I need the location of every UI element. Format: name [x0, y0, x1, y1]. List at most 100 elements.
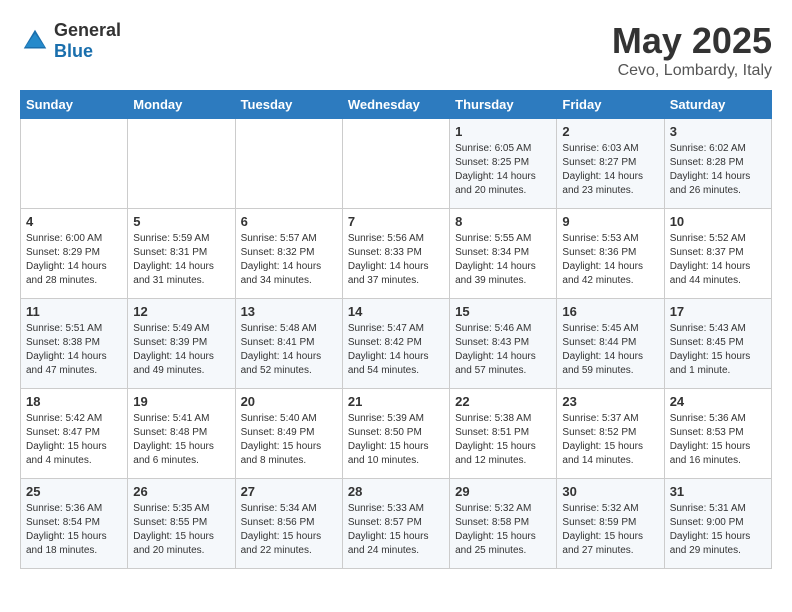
day-number: 15 — [455, 304, 551, 319]
day-detail: Sunrise: 5:38 AMSunset: 8:51 PMDaylight:… — [455, 412, 551, 468]
calendar-cell: 18 Sunrise: 5:42 AMSunset: 8:47 PMDayligh… — [21, 389, 128, 479]
calendar-body: 1Sunrise: 6:05 AMSunset: 8:25 PMDaylight… — [21, 119, 772, 569]
day-number: 17 — [670, 304, 766, 319]
day-number: 14 — [348, 304, 444, 319]
calendar-cell: 3 Sunrise: 6:02 AMSunset: 8:28 PMDaylight… — [664, 119, 771, 209]
day-detail: Sunrise: 5:34 AMSunset: 8:56 PMDaylight:… — [241, 502, 337, 558]
day-detail: Sunrise: 5:37 AMSunset: 8:52 PMDaylight:… — [562, 412, 658, 468]
day-number: 26 — [133, 484, 229, 499]
week-row-2: 4Sunrise: 6:00 AMSunset: 8:29 PMDaylight… — [21, 209, 772, 299]
calendar-cell: 17Sunrise: 5:43 AMSunset: 8:45 PMDayligh… — [664, 299, 771, 389]
day-number: 30 — [562, 484, 658, 499]
calendar-cell: 28 Sunrise: 5:33 AMSunset: 8:57 PMDayligh… — [342, 479, 449, 569]
calendar-cell: 15 Sunrise: 5:46 AMSunset: 8:43 PMDayligh… — [450, 299, 557, 389]
day-detail: Sunrise: 5:46 AMSunset: 8:43 PMDaylight:… — [455, 322, 551, 378]
month-title: May 2025 — [612, 20, 772, 62]
calendar-cell: 21Sunrise: 5:39 AMSunset: 8:50 PMDayligh… — [342, 389, 449, 479]
calendar-cell: 7 Sunrise: 5:56 AMSunset: 8:33 PMDaylight… — [342, 209, 449, 299]
day-detail: Sunrise: 5:51 AMSunset: 8:38 PMDaylight:… — [26, 322, 122, 378]
day-number: 2 — [562, 124, 658, 139]
weekday-header-monday: Monday — [128, 91, 235, 119]
weekday-header-thursday: Thursday — [450, 91, 557, 119]
day-detail: Sunrise: 5:31 AMSunset: 9:00 PMDaylight:… — [670, 502, 766, 558]
weekday-header-sunday: Sunday — [21, 91, 128, 119]
header: General Blue May 2025 Cevo, Lombardy, It… — [20, 20, 772, 80]
logo-general-text: General — [54, 20, 121, 40]
day-number: 31 — [670, 484, 766, 499]
day-number: 13 — [241, 304, 337, 319]
weekday-header-friday: Friday — [557, 91, 664, 119]
day-detail: Sunrise: 5:53 AMSunset: 8:36 PMDaylight:… — [562, 232, 658, 288]
day-number: 27 — [241, 484, 337, 499]
calendar-cell: 6Sunrise: 5:57 AMSunset: 8:32 PMDaylight… — [235, 209, 342, 299]
day-detail: Sunrise: 5:56 AMSunset: 8:33 PMDaylight:… — [348, 232, 444, 288]
calendar-cell: 2Sunrise: 6:03 AMSunset: 8:27 PMDaylight… — [557, 119, 664, 209]
calendar-cell: 9 Sunrise: 5:53 AMSunset: 8:36 PMDaylight… — [557, 209, 664, 299]
location-title: Cevo, Lombardy, Italy — [612, 62, 772, 80]
day-detail: Sunrise: 5:32 AMSunset: 8:58 PMDaylight:… — [455, 502, 551, 558]
weekday-header-saturday: Saturday — [664, 91, 771, 119]
day-detail: Sunrise: 6:02 AMSunset: 8:28 PMDaylight:… — [670, 142, 766, 198]
day-number: 23 — [562, 394, 658, 409]
calendar-cell: 30Sunrise: 5:32 AMSunset: 8:59 PMDayligh… — [557, 479, 664, 569]
day-number: 22 — [455, 394, 551, 409]
calendar-cell — [235, 119, 342, 209]
day-number: 11 — [26, 304, 122, 319]
week-row-5: 25Sunrise: 5:36 AMSunset: 8:54 PMDayligh… — [21, 479, 772, 569]
calendar-cell — [128, 119, 235, 209]
day-number: 3 — [670, 124, 766, 139]
logo-icon — [20, 26, 50, 56]
day-detail: Sunrise: 6:05 AMSunset: 8:25 PMDaylight:… — [455, 142, 551, 198]
day-number: 8 — [455, 214, 551, 229]
calendar-cell: 19Sunrise: 5:41 AMSunset: 8:48 PMDayligh… — [128, 389, 235, 479]
day-number: 5 — [133, 214, 229, 229]
calendar-cell: 24Sunrise: 5:36 AMSunset: 8:53 PMDayligh… — [664, 389, 771, 479]
calendar-table: SundayMondayTuesdayWednesdayThursdayFrid… — [20, 90, 772, 569]
day-detail: Sunrise: 5:45 AMSunset: 8:44 PMDaylight:… — [562, 322, 658, 378]
weekday-header-wednesday: Wednesday — [342, 91, 449, 119]
day-detail: Sunrise: 5:33 AMSunset: 8:57 PMDaylight:… — [348, 502, 444, 558]
day-detail: Sunrise: 5:47 AMSunset: 8:42 PMDaylight:… — [348, 322, 444, 378]
week-row-4: 18 Sunrise: 5:42 AMSunset: 8:47 PMDayligh… — [21, 389, 772, 479]
calendar-cell: 5Sunrise: 5:59 AMSunset: 8:31 PMDaylight… — [128, 209, 235, 299]
day-number: 12 — [133, 304, 229, 319]
day-detail: Sunrise: 5:55 AMSunset: 8:34 PMDaylight:… — [455, 232, 551, 288]
weekday-row: SundayMondayTuesdayWednesdayThursdayFrid… — [21, 91, 772, 119]
logo-blue-text: Blue — [54, 41, 93, 61]
day-detail: Sunrise: 5:52 AMSunset: 8:37 PMDaylight:… — [670, 232, 766, 288]
day-detail: Sunrise: 6:00 AMSunset: 8:29 PMDaylight:… — [26, 232, 122, 288]
calendar-cell: 16 Sunrise: 5:45 AMSunset: 8:44 PMDayligh… — [557, 299, 664, 389]
day-number: 7 — [348, 214, 444, 229]
day-detail: Sunrise: 5:48 AMSunset: 8:41 PMDaylight:… — [241, 322, 337, 378]
day-number: 16 — [562, 304, 658, 319]
day-detail: Sunrise: 5:35 AMSunset: 8:55 PMDaylight:… — [133, 502, 229, 558]
calendar-cell: 27 Sunrise: 5:34 AMSunset: 8:56 PMDayligh… — [235, 479, 342, 569]
logo: General Blue — [20, 20, 121, 62]
day-detail: Sunrise: 5:40 AMSunset: 8:49 PMDaylight:… — [241, 412, 337, 468]
calendar-cell: 20 Sunrise: 5:40 AMSunset: 8:49 PMDayligh… — [235, 389, 342, 479]
calendar-cell: 23 Sunrise: 5:37 AMSunset: 8:52 PMDayligh… — [557, 389, 664, 479]
day-number: 20 — [241, 394, 337, 409]
day-detail: Sunrise: 5:57 AMSunset: 8:32 PMDaylight:… — [241, 232, 337, 288]
calendar-cell: 13 Sunrise: 5:48 AMSunset: 8:41 PMDayligh… — [235, 299, 342, 389]
calendar-cell: 29Sunrise: 5:32 AMSunset: 8:58 PMDayligh… — [450, 479, 557, 569]
calendar-cell: 12 Sunrise: 5:49 AMSunset: 8:39 PMDayligh… — [128, 299, 235, 389]
day-number: 24 — [670, 394, 766, 409]
week-row-3: 11 Sunrise: 5:51 AMSunset: 8:38 PMDayligh… — [21, 299, 772, 389]
weekday-header-tuesday: Tuesday — [235, 91, 342, 119]
day-number: 28 — [348, 484, 444, 499]
calendar-cell: 1Sunrise: 6:05 AMSunset: 8:25 PMDaylight… — [450, 119, 557, 209]
day-detail: Sunrise: 5:42 AMSunset: 8:47 PMDaylight:… — [26, 412, 122, 468]
calendar-cell: 4Sunrise: 6:00 AMSunset: 8:29 PMDaylight… — [21, 209, 128, 299]
day-number: 9 — [562, 214, 658, 229]
week-row-1: 1Sunrise: 6:05 AMSunset: 8:25 PMDaylight… — [21, 119, 772, 209]
calendar-cell: 26 Sunrise: 5:35 AMSunset: 8:55 PMDayligh… — [128, 479, 235, 569]
calendar-cell: 25Sunrise: 5:36 AMSunset: 8:54 PMDayligh… — [21, 479, 128, 569]
calendar-cell — [21, 119, 128, 209]
day-detail: Sunrise: 5:39 AMSunset: 8:50 PMDaylight:… — [348, 412, 444, 468]
day-detail: Sunrise: 5:49 AMSunset: 8:39 PMDaylight:… — [133, 322, 229, 378]
calendar-cell: 14 Sunrise: 5:47 AMSunset: 8:42 PMDayligh… — [342, 299, 449, 389]
calendar-cell: 31 Sunrise: 5:31 AMSunset: 9:00 PMDayligh… — [664, 479, 771, 569]
day-number: 18 — [26, 394, 122, 409]
calendar-cell: 10Sunrise: 5:52 AMSunset: 8:37 PMDayligh… — [664, 209, 771, 299]
